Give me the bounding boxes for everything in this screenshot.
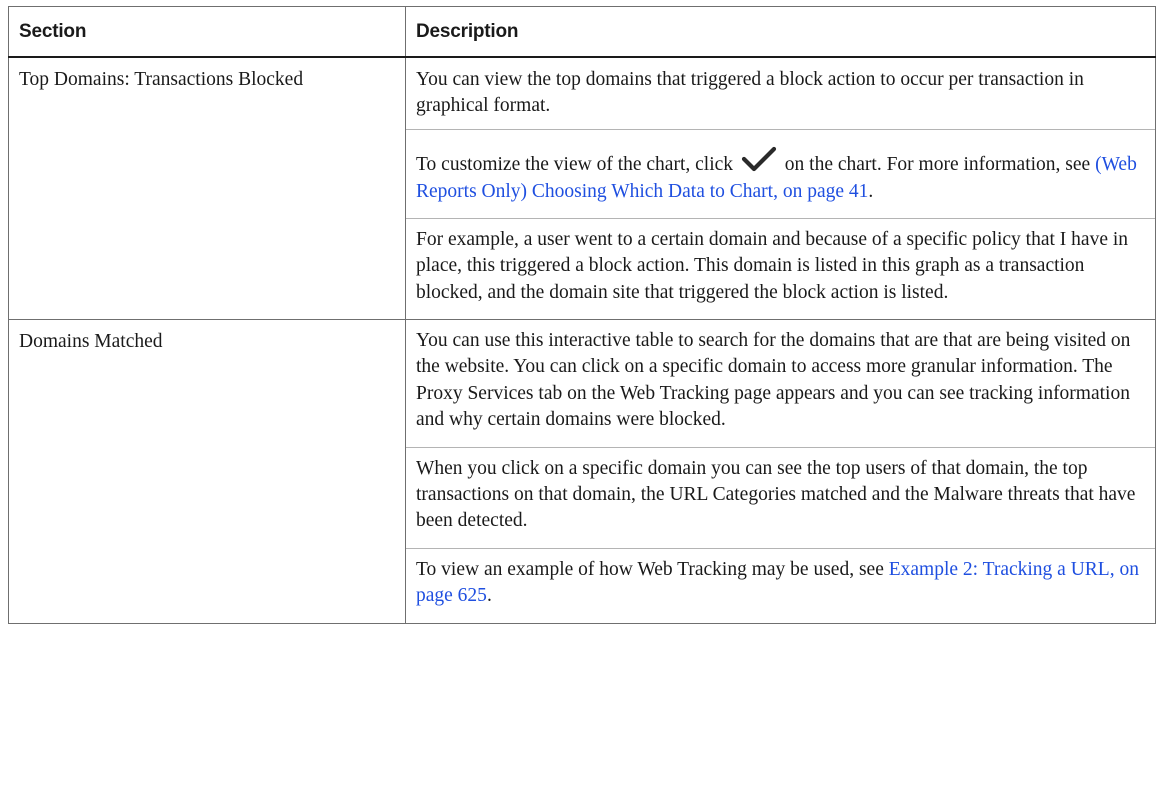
- description-text: To customize the view of the chart, clic…: [416, 153, 734, 175]
- section-cell-top-domains: Top Domains: Transactions Blocked: [8, 56, 406, 321]
- table-row: Domains Matched You can use this interac…: [8, 319, 1156, 624]
- description-text: .: [868, 180, 874, 202]
- description-cell-domains-matched: You can use this interactive table to se…: [405, 319, 1156, 624]
- header-section: Section: [8, 6, 406, 58]
- table-header-row: Section Description: [8, 6, 1156, 58]
- description-text: on the chart. For more information, see: [784, 153, 1091, 175]
- description-text: .: [486, 585, 492, 607]
- description-cell-top-domains: You can view the top domains that trigge…: [405, 56, 1156, 321]
- reports-section-table: Section Description Top Domains: Transac…: [8, 6, 1156, 624]
- table-row: Top Domains: Transactions Blocked You ca…: [8, 56, 1156, 321]
- description-paragraph: To customize the view of the chart, clic…: [406, 128, 1155, 218]
- description-paragraph: You can use this interactive table to se…: [416, 330, 1131, 431]
- description-paragraph: When you click on a specific domain you …: [406, 446, 1155, 548]
- checkmark-icon: [741, 146, 777, 171]
- description-text: To view an example of how Web Tracking m…: [416, 558, 884, 580]
- header-description: Description: [405, 6, 1156, 58]
- description-paragraph: You can view the top domains that trigge…: [416, 69, 1084, 117]
- section-cell-domains-matched: Domains Matched: [8, 319, 406, 624]
- description-paragraph: To view an example of how Web Tracking m…: [406, 547, 1155, 623]
- description-paragraph: For example, a user went to a certain do…: [406, 217, 1155, 319]
